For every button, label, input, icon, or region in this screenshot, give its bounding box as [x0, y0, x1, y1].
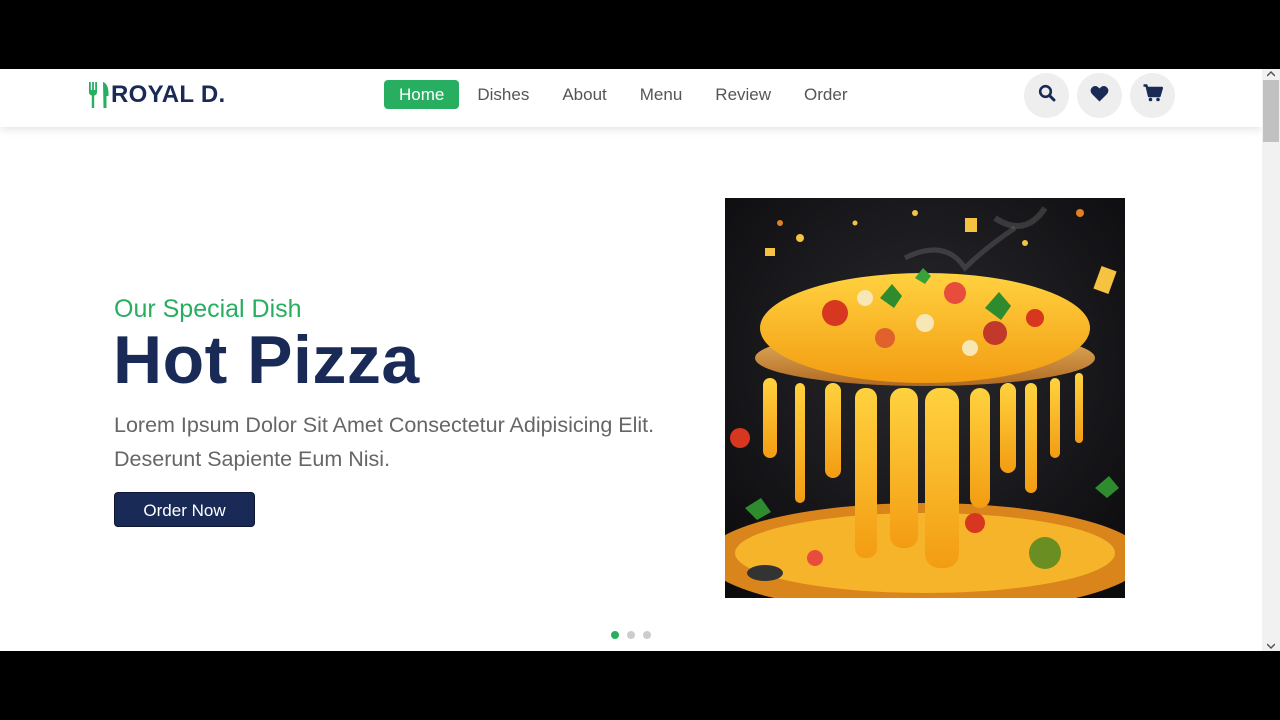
logo-text: ROYAL D.: [111, 81, 226, 108]
search-icon: [1038, 84, 1056, 107]
favorites-button[interactable]: [1077, 73, 1122, 118]
hero-description: Lorem Ipsum Dolor Sit Amet Consectetur A…: [114, 413, 655, 471]
hero-title: Hot Pizza: [113, 322, 420, 398]
site-header: ROYAL D. Home Dishes About Menu Review O…: [0, 69, 1262, 127]
search-button[interactable]: [1024, 73, 1069, 118]
hero-pizza-image: [725, 198, 1125, 598]
utensils-icon: [88, 82, 110, 108]
heart-icon: [1090, 85, 1109, 107]
slide-dot-3[interactable]: [643, 631, 651, 639]
cart-icon: [1143, 84, 1163, 107]
scroll-down-arrow-icon[interactable]: [1266, 641, 1276, 651]
nav-dishes[interactable]: Dishes: [462, 80, 544, 109]
logo[interactable]: ROYAL D.: [88, 81, 225, 109]
cart-button[interactable]: [1130, 73, 1175, 118]
vertical-scrollbar[interactable]: [1262, 69, 1280, 651]
hero-subtitle: Our Special Dish: [114, 295, 302, 323]
slider-pagination: [611, 631, 651, 639]
browser-viewport: ROYAL D. Home Dishes About Menu Review O…: [0, 69, 1280, 651]
nav-about[interactable]: About: [547, 80, 621, 109]
order-now-button[interactable]: Order Now: [114, 492, 255, 527]
header-icons: [1024, 73, 1175, 118]
nav-menu[interactable]: Menu: [625, 80, 698, 109]
slide-dot-2[interactable]: [627, 631, 635, 639]
nav-home[interactable]: Home: [384, 80, 460, 109]
scroll-up-arrow-icon[interactable]: [1266, 69, 1276, 79]
scrollbar-thumb[interactable]: [1263, 80, 1279, 142]
nav-review[interactable]: Review: [700, 80, 786, 109]
slide-dot-1[interactable]: [611, 631, 619, 639]
main-nav: Home Dishes About Menu Review Order: [384, 80, 866, 109]
nav-order[interactable]: Order: [789, 80, 862, 109]
